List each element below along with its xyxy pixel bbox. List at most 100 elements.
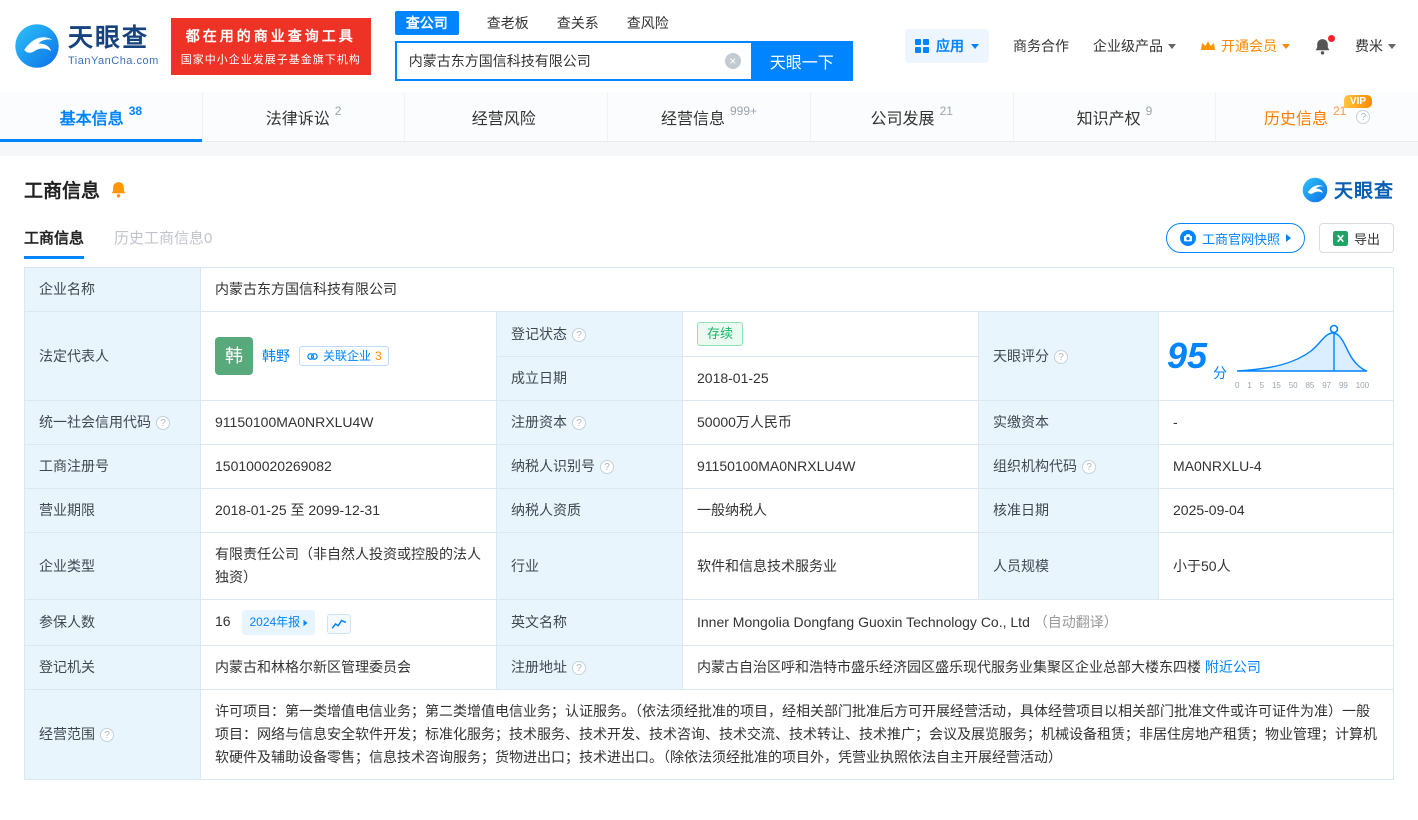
slogan-line1: 都在用的商业查询工具 bbox=[181, 26, 361, 46]
tab-label: 公司发展 bbox=[871, 105, 935, 129]
table-row: 经营范围 许可项目：第一类增值电信业务；第二类增值电信业务；认证服务。（依法须经… bbox=[25, 690, 1394, 780]
vip-badge: VIP bbox=[1344, 95, 1372, 108]
search-input[interactable] bbox=[395, 41, 751, 81]
industry-value: 软件和信息技术服务业 bbox=[683, 533, 979, 600]
enterprise-product-menu[interactable]: 企业级产品 bbox=[1093, 36, 1176, 56]
link-icon bbox=[306, 350, 319, 363]
official-snapshot-button[interactable]: 工商官网快照 bbox=[1166, 223, 1305, 253]
score-axis-ticks: 0 1 5 15 50 85 97 99 100 bbox=[1233, 382, 1371, 390]
help-icon[interactable] bbox=[156, 416, 170, 430]
user-menu[interactable]: 费米 bbox=[1355, 36, 1396, 56]
apps-label: 应用 bbox=[936, 36, 964, 56]
tab-count: 38 bbox=[129, 104, 142, 118]
help-icon[interactable] bbox=[100, 728, 114, 742]
bell-icon bbox=[110, 181, 127, 198]
search-area: 查公司 查老板 查关系 查风险 × 天眼一下 bbox=[395, 12, 853, 81]
field-label: 经营范围 bbox=[25, 690, 201, 780]
table-row: 登记机关 内蒙古和林格尔新区管理委员会 注册地址 内蒙古自治区呼和浩特市盛乐经济… bbox=[25, 646, 1394, 690]
help-icon[interactable] bbox=[1082, 460, 1096, 474]
annual-report-badge[interactable]: 2024年报 bbox=[242, 610, 315, 635]
field-label-text: 注册资本 bbox=[511, 414, 567, 430]
chevron-down-icon bbox=[971, 44, 979, 49]
tick-label: 50 bbox=[1289, 382, 1298, 390]
help-icon[interactable] bbox=[572, 661, 586, 675]
tab-intellectual-property[interactable]: 知识产权 9 bbox=[1013, 92, 1216, 141]
business-cooperation-link[interactable]: 商务合作 bbox=[1013, 36, 1069, 56]
vip-label: 开通会员 bbox=[1221, 36, 1277, 56]
field-label-text: 注册地址 bbox=[511, 659, 567, 675]
search-tab-boss[interactable]: 查老板 bbox=[487, 13, 529, 33]
legal-rep-name-link[interactable]: 韩野 bbox=[262, 345, 290, 368]
field-label-text: 登记状态 bbox=[511, 326, 567, 342]
notifications-button[interactable] bbox=[1314, 38, 1331, 55]
help-icon[interactable] bbox=[1356, 110, 1370, 124]
business-info-card: 工商信息 天眼查 工商信息 历史工商信息0 bbox=[0, 156, 1418, 820]
field-label: 企业类型 bbox=[25, 533, 201, 600]
registered-capital-value: 50000万人民币 bbox=[683, 401, 979, 445]
field-label: 注册资本 bbox=[497, 401, 683, 445]
clear-search-icon[interactable]: × bbox=[725, 53, 741, 69]
avatar[interactable]: 韩 bbox=[215, 337, 253, 375]
export-label: 导出 bbox=[1354, 229, 1380, 248]
export-button[interactable]: 导出 bbox=[1319, 223, 1394, 253]
table-row: 企业类型 有限责任公司（非自然人投资或控股的法人独资） 行业 软件和信息技术服务… bbox=[25, 533, 1394, 600]
business-scope-value: 许可项目：第一类增值电信业务；第二类增值电信业务；认证服务。（依法须经批准的项目… bbox=[201, 690, 1394, 780]
table-row: 工商注册号 150100020269082 纳税人识别号 91150100MA0… bbox=[25, 445, 1394, 489]
tick-label: 1 bbox=[1247, 382, 1251, 390]
insured-trend-button[interactable] bbox=[327, 614, 351, 634]
field-label-text: 组织机构代码 bbox=[993, 458, 1077, 474]
logo-swirl-icon bbox=[14, 23, 60, 69]
search-button[interactable]: 天眼一下 bbox=[751, 41, 853, 81]
taxpayer-quality-value: 一般纳税人 bbox=[683, 489, 979, 533]
tick-label: 85 bbox=[1305, 382, 1314, 390]
arrow-right-icon bbox=[304, 619, 308, 625]
section-divider bbox=[0, 142, 1418, 156]
legal-rep-cell: 韩 韩野 关联企业 3 bbox=[201, 312, 497, 401]
apps-menu[interactable]: 应用 bbox=[905, 29, 989, 63]
company-name-value: 内蒙古东方国信科技有限公司 bbox=[201, 268, 1394, 312]
tianyan-score-cell[interactable]: 95 分 0 1 5 15 50 bbox=[1159, 312, 1394, 401]
help-icon[interactable] bbox=[572, 328, 586, 342]
grid-icon bbox=[915, 39, 929, 53]
tab-history-info[interactable]: VIP 历史信息 21 bbox=[1215, 92, 1418, 141]
chevron-down-icon bbox=[1168, 44, 1176, 49]
field-label: 工商注册号 bbox=[25, 445, 201, 489]
tab-label: 基本信息 bbox=[60, 105, 124, 129]
nearby-companies-link[interactable]: 附近公司 bbox=[1205, 659, 1261, 675]
tianyancha-logo[interactable]: 天眼查 TianYanCha.com bbox=[14, 23, 159, 69]
logo-name: 天眼查 bbox=[68, 25, 159, 53]
help-icon[interactable] bbox=[1054, 350, 1068, 364]
tab-basic-info[interactable]: 基本信息 38 bbox=[0, 92, 202, 141]
logo-swirl-icon bbox=[1302, 177, 1328, 203]
subtab-current-business-info[interactable]: 工商信息 bbox=[24, 227, 84, 259]
tick-label: 15 bbox=[1272, 382, 1281, 390]
tab-legal-proceedings[interactable]: 法律诉讼 2 bbox=[202, 92, 405, 141]
related-companies-badge[interactable]: 关联企业 3 bbox=[299, 346, 389, 366]
search-tab-company[interactable]: 查公司 bbox=[395, 11, 459, 35]
watermark-logo: 天眼查 bbox=[1302, 176, 1394, 203]
help-icon[interactable] bbox=[600, 460, 614, 474]
tick-label: 5 bbox=[1260, 382, 1264, 390]
search-tab-risk[interactable]: 查风险 bbox=[627, 13, 669, 33]
help-icon[interactable] bbox=[572, 416, 586, 430]
paid-capital-value: - bbox=[1159, 401, 1394, 445]
logo-domain: TianYanCha.com bbox=[68, 55, 159, 67]
table-row: 法定代表人 韩 韩野 关联企业 3 登记状态 bbox=[25, 312, 1394, 357]
field-label: 企业名称 bbox=[25, 268, 201, 312]
subtab-history-business-info[interactable]: 历史工商信息0 bbox=[114, 227, 212, 259]
tab-count: 2 bbox=[335, 104, 342, 118]
vip-upgrade-menu[interactable]: 开通会员 bbox=[1200, 36, 1290, 56]
tab-business-info[interactable]: 经营信息 999+ bbox=[607, 92, 810, 141]
tab-company-development[interactable]: 公司发展 21 bbox=[810, 92, 1013, 141]
search-tab-relation[interactable]: 查关系 bbox=[557, 13, 599, 33]
field-label: 统一社会信用代码 bbox=[25, 401, 201, 445]
subscribe-bell-button[interactable] bbox=[110, 181, 127, 198]
score-unit: 分 bbox=[1213, 362, 1227, 385]
established-date-value: 2018-01-25 bbox=[683, 357, 979, 401]
tab-operating-risk[interactable]: 经营风险 bbox=[404, 92, 607, 141]
enterprise-product-label: 企业级产品 bbox=[1093, 36, 1163, 56]
tab-count: 21 bbox=[1333, 104, 1346, 118]
field-label: 注册地址 bbox=[497, 646, 683, 690]
field-label: 纳税人识别号 bbox=[497, 445, 683, 489]
field-label: 法定代表人 bbox=[25, 312, 201, 401]
